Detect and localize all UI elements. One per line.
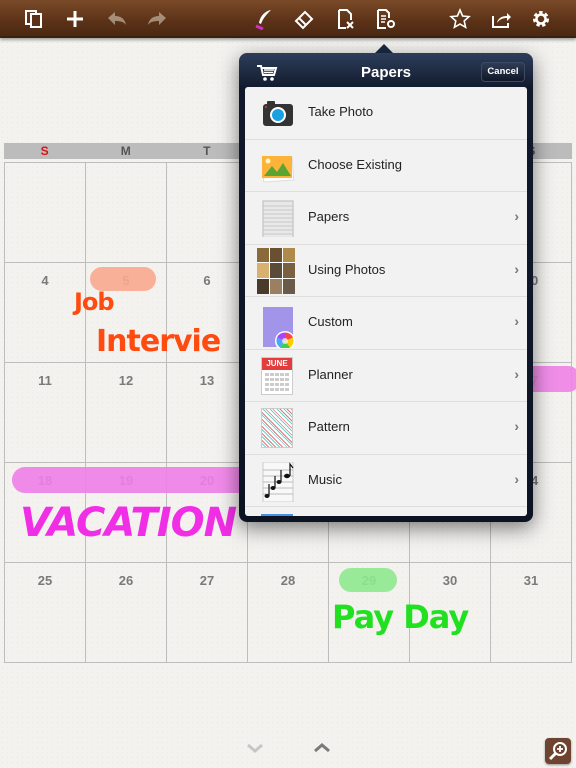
- cancel-button[interactable]: Cancel: [481, 62, 525, 82]
- camera-icon: [259, 94, 297, 132]
- note-interview: Intervie: [96, 324, 221, 359]
- menu-item-label: Papers: [308, 209, 350, 224]
- next-page-button[interactable]: [245, 740, 265, 756]
- settings-button[interactable]: [528, 6, 554, 32]
- pen-tool-button[interactable]: [251, 6, 277, 32]
- undo-icon: [108, 12, 126, 25]
- music-sheet-icon: [259, 461, 297, 502]
- pages-button[interactable]: [21, 6, 47, 32]
- menu-item-pattern[interactable]: Pattern ›: [245, 402, 527, 455]
- weekday-label: M: [120, 144, 131, 158]
- popover-header: Papers Cancel: [244, 58, 528, 88]
- chevron-down-icon: [247, 743, 263, 753]
- lined-paper-icon: [259, 199, 297, 240]
- chevron-right-icon: ›: [514, 418, 519, 434]
- highlight-day-29: [339, 568, 397, 592]
- add-page-button[interactable]: [62, 6, 88, 32]
- add-icon: [67, 11, 83, 27]
- zoom-button[interactable]: [545, 738, 571, 764]
- menu-item-take-photo[interactable]: Take Photo: [245, 87, 527, 140]
- calendar-day-cell[interactable]: 13: [167, 363, 248, 463]
- pen-icon: [255, 10, 271, 30]
- chevron-right-icon: ›: [514, 470, 519, 487]
- menu-item-label: Take Photo: [308, 104, 374, 119]
- share-button[interactable]: [488, 6, 514, 32]
- day-number: 6: [203, 273, 211, 288]
- weekday-label: T: [203, 144, 211, 158]
- settings-gear-icon: [533, 11, 549, 27]
- day-number: 12: [118, 373, 134, 388]
- photo-library-icon: [259, 147, 297, 185]
- menu-item-music[interactable]: Music ›: [245, 455, 527, 507]
- menu-item-custom[interactable]: Custom ›: [245, 297, 527, 351]
- partial-item-icon: [261, 514, 293, 516]
- calendar-day-cell[interactable]: 31: [491, 563, 572, 663]
- papers-popover: Papers Cancel Take Photo Choose Existing…: [239, 53, 533, 522]
- vacation-highlight: [12, 467, 252, 493]
- calendar-day-cell[interactable]: 28: [248, 563, 329, 663]
- day-number: 31: [523, 573, 539, 588]
- chevron-up-icon: [314, 743, 330, 753]
- eraser-tool-button[interactable]: [291, 6, 317, 32]
- note-job: Job: [74, 288, 115, 316]
- chevron-right-icon: ›: [514, 313, 519, 329]
- toolbar: [0, 0, 576, 38]
- menu-item-using-photos[interactable]: Using Photos ›: [245, 245, 527, 297]
- photo-collage-icon: [257, 247, 295, 294]
- calendar-day-cell[interactable]: [167, 163, 248, 263]
- favorite-star-icon: [449, 8, 471, 29]
- chevron-right-icon: ›: [514, 365, 519, 382]
- menu-item-label: Music: [308, 471, 342, 487]
- page-settings-icon: [377, 9, 395, 29]
- papers-list[interactable]: Take Photo Choose Existing Papers › Usin…: [245, 87, 527, 516]
- calendar-day-cell[interactable]: [5, 163, 86, 263]
- redo-icon: [148, 12, 166, 25]
- pages-icon: [25, 10, 42, 28]
- menu-item-papers[interactable]: Papers ›: [245, 192, 527, 245]
- menu-item-label: Pattern: [308, 419, 350, 434]
- redo-button[interactable]: [144, 6, 170, 32]
- undo-button[interactable]: [104, 6, 130, 32]
- zoom-in-icon: [548, 742, 567, 761]
- calendar-day-cell[interactable]: 12: [86, 363, 167, 463]
- weekday-label: S: [40, 144, 49, 158]
- menu-item-label: Using Photos: [308, 261, 386, 277]
- note-vacation: VACATION: [20, 500, 237, 546]
- delete-page-button[interactable]: [332, 6, 358, 32]
- day-number: 11: [38, 373, 52, 388]
- menu-item-label: Custom: [308, 314, 353, 329]
- day-number: 26: [118, 573, 134, 588]
- day-number: 30: [442, 573, 458, 588]
- previous-page-button[interactable]: [312, 740, 332, 756]
- day-number: 13: [199, 373, 215, 388]
- menu-item-label: Choose Existing: [308, 156, 402, 172]
- color-wheel-icon: [259, 304, 297, 351]
- note-payday: Pay Day: [332, 598, 469, 636]
- favorite-button[interactable]: [447, 6, 473, 32]
- day-number: 27: [199, 573, 215, 588]
- calendar-day-cell[interactable]: 25: [5, 563, 86, 663]
- day-number: 25: [37, 573, 53, 588]
- page-settings-button[interactable]: [372, 6, 398, 32]
- day-number: 4: [41, 273, 49, 288]
- calendar-day-cell[interactable]: 26: [86, 563, 167, 663]
- calendar-icon: JUNE: [261, 356, 293, 395]
- chevron-right-icon: ›: [514, 208, 519, 224]
- chevron-right-icon: ›: [514, 260, 519, 277]
- calendar-day-cell[interactable]: 11: [5, 363, 86, 463]
- menu-item-label: Planner: [308, 366, 353, 382]
- day-number: 28: [280, 573, 296, 588]
- menu-item-choose-existing[interactable]: Choose Existing: [245, 140, 527, 192]
- calendar-day-cell[interactable]: [86, 163, 167, 263]
- calendar-icon-month: JUNE: [262, 357, 292, 370]
- menu-item-planner[interactable]: JUNE Planner ›: [245, 350, 527, 402]
- share-icon: [492, 13, 511, 28]
- calendar-day-cell[interactable]: 27: [167, 563, 248, 663]
- chevron-pattern-icon: [261, 408, 293, 448]
- eraser-icon: [294, 10, 314, 30]
- menu-item-partial[interactable]: [245, 507, 527, 516]
- delete-page-icon: [338, 9, 354, 29]
